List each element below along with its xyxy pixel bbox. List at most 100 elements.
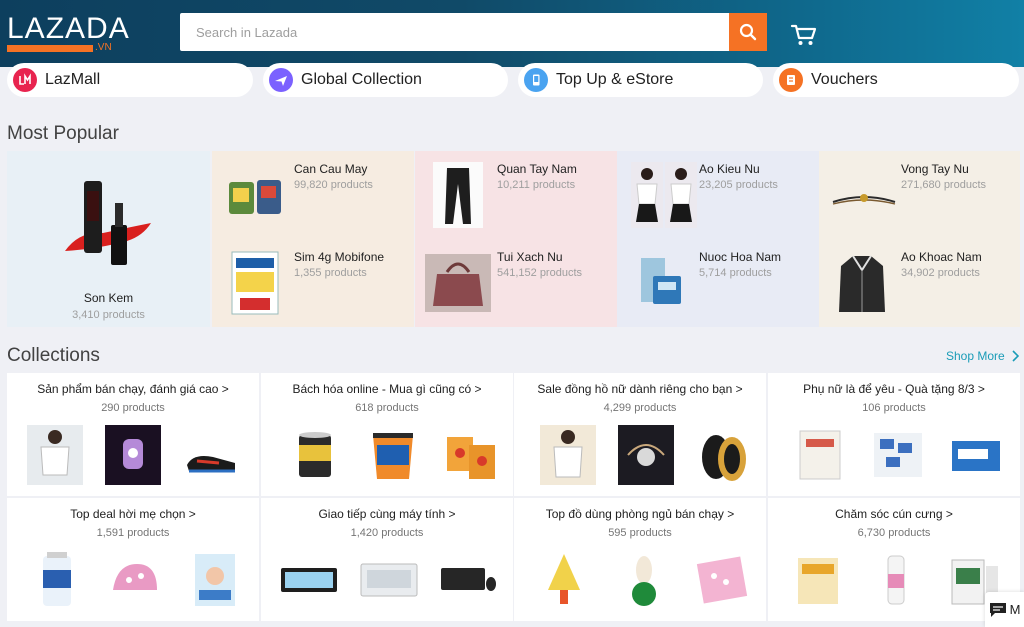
collection-image (799, 430, 841, 480)
collection-image (632, 556, 656, 606)
popular-item[interactable]: Sim 4g Mobifone 1,355 products (212, 239, 414, 327)
popular-item-count: 34,902 products (901, 267, 980, 279)
pill-vouchers[interactable]: Vouchers (773, 63, 1019, 97)
collection-image (798, 558, 838, 604)
collection-title: Sản phẩm bán chạy, đánh giá cao > (37, 382, 229, 396)
popular-item-name: Ao Kieu Nu (699, 162, 760, 176)
collection-title: Giao tiếp cùng máy tính > (318, 507, 456, 521)
popular-item[interactable]: Quan Tay Nam 10,211 products (415, 151, 617, 239)
popular-item[interactable]: Nuoc Hoa Nam 5,714 products (617, 239, 819, 327)
collection-image (618, 425, 674, 485)
lazmall-icon (13, 68, 37, 92)
popular-item-count: 1,355 products (294, 267, 367, 279)
collection-image (952, 441, 1000, 471)
popular-item-count: 271,680 products (901, 179, 987, 191)
collection-image (43, 552, 71, 606)
collection-image (281, 568, 337, 592)
popular-item-count: 541,152 products (497, 267, 583, 279)
pill-label: LazMall (45, 71, 101, 88)
collection-card[interactable]: Giao tiếp cùng máy tính > 1,420 products (261, 498, 513, 621)
most-popular-grid: Son Kem 3,410 products Can Cau May 99,82… (7, 151, 1020, 327)
logo-suffix: .VN (95, 42, 112, 53)
chat-icon (989, 602, 1006, 617)
popular-item-name: Nuoc Hoa Nam (699, 250, 782, 264)
collection-image (27, 425, 83, 485)
handbag-image (425, 254, 491, 312)
shop-more-link[interactable]: Shop More (946, 349, 1019, 363)
collection-title: Sale đồng hồ nữ dành riêng cho bạn > (537, 382, 743, 396)
collection-image (702, 435, 746, 481)
search-input[interactable] (180, 13, 729, 51)
collection-card[interactable]: Top đồ dùng phòng ngủ bán chạy > 595 pro… (514, 498, 766, 621)
collection-image (113, 564, 157, 590)
popular-item-name: Tui Xach Nu (497, 250, 563, 264)
collection-image (540, 425, 596, 485)
cart-button[interactable] (789, 22, 819, 48)
pill-lazmall[interactable]: LazMall (7, 63, 253, 97)
collections-grid: Sản phẩm bán chạy, đánh giá cao > 290 pr… (7, 373, 1020, 627)
airplane-icon (269, 68, 293, 92)
collections-title: Collections (7, 345, 100, 366)
collection-image (373, 433, 413, 479)
womens-blouse-image (631, 162, 697, 228)
fishing-gear-image (229, 180, 281, 214)
popular-item-name: Quan Tay Nam (497, 162, 577, 176)
popular-item-name: Vong Tay Nu (901, 162, 969, 176)
popular-item[interactable]: Ao Khoac Nam 34,902 products (819, 239, 1020, 327)
collection-count: 1,591 products (96, 527, 170, 539)
collection-image (696, 556, 748, 604)
chat-label: M (1009, 602, 1021, 617)
pill-label: Top Up & eStore (556, 71, 674, 88)
category-pills: LazMall Global Collection Top Up & eStor… (0, 63, 1024, 99)
header-bar: LAZADA .VN (0, 0, 1024, 67)
collection-count: 6,730 products (857, 527, 931, 539)
search-button[interactable] (729, 13, 767, 51)
collection-card[interactable]: Phụ nữ là để yêu - Quà tặng 8/3 > 106 pr… (768, 373, 1020, 496)
lipstick-image (65, 181, 151, 265)
popular-item-count: 5,714 products (699, 267, 772, 279)
popular-item[interactable]: Ao Kieu Nu 23,205 products (617, 151, 819, 239)
collection-card[interactable]: Top deal hời mẹ chọn > 1,591 products (7, 498, 259, 621)
collection-image (447, 437, 495, 479)
lazada-logo[interactable]: LAZADA .VN (7, 14, 129, 54)
cart-icon (790, 24, 817, 45)
collection-image (299, 432, 331, 477)
popular-featured-count: 3,410 products (72, 309, 145, 321)
collection-card[interactable]: Bách hóa online - Mua gì cũng có > 618 p… (261, 373, 513, 496)
collection-count: 1,420 products (350, 527, 424, 539)
popular-item[interactable]: Can Cau May 99,820 products (212, 151, 414, 239)
popular-featured[interactable]: Son Kem 3,410 products (7, 151, 210, 327)
pill-global-collection[interactable]: Global Collection (263, 63, 508, 97)
bracelet-image (832, 194, 896, 205)
collection-card[interactable]: Sale đồng hồ nữ dành riêng cho bạn > 4,2… (514, 373, 766, 496)
sim-card-image (231, 251, 279, 315)
collection-count: 106 products (862, 402, 926, 414)
popular-item-name: Sim 4g Mobifone (294, 250, 385, 264)
shop-more-label: Shop More (946, 349, 1005, 363)
popular-item[interactable]: Vong Tay Nu 271,680 products (819, 151, 1020, 239)
chevron-right-icon (1012, 350, 1019, 362)
popular-item-name: Can Cau May (294, 162, 368, 176)
logo-text: LAZADA (7, 12, 130, 45)
collection-image (105, 425, 161, 485)
most-popular-title: Most Popular (7, 123, 119, 144)
popular-item[interactable]: Tui Xach Nu 541,152 products (415, 239, 617, 327)
collection-title: Top đồ dùng phòng ngủ bán chạy > (545, 507, 735, 521)
collection-title: Chăm sóc cún cưng > (835, 507, 953, 521)
collection-image (548, 554, 580, 604)
popular-item-count: 10,211 products (497, 179, 576, 191)
collection-image (887, 555, 905, 605)
pill-top-up[interactable]: Top Up & eStore (518, 63, 763, 97)
perfume-image (641, 258, 681, 304)
collection-card[interactable]: Sản phẩm bán chạy, đánh giá cao > 290 pr… (7, 373, 259, 496)
collection-count: 618 products (355, 402, 419, 414)
collection-title: Top deal hời mẹ chọn > (70, 507, 196, 521)
popular-item-count: 99,820 products (294, 179, 373, 191)
chat-button[interactable]: M (985, 592, 1024, 627)
logo-underline (7, 45, 93, 52)
pill-label: Vouchers (811, 71, 878, 88)
collection-image (441, 568, 496, 591)
collection-image (874, 433, 922, 477)
collection-card[interactable]: Chăm sóc cún cưng > 6,730 products (768, 498, 1020, 621)
popular-featured-name: Son Kem (83, 291, 134, 305)
